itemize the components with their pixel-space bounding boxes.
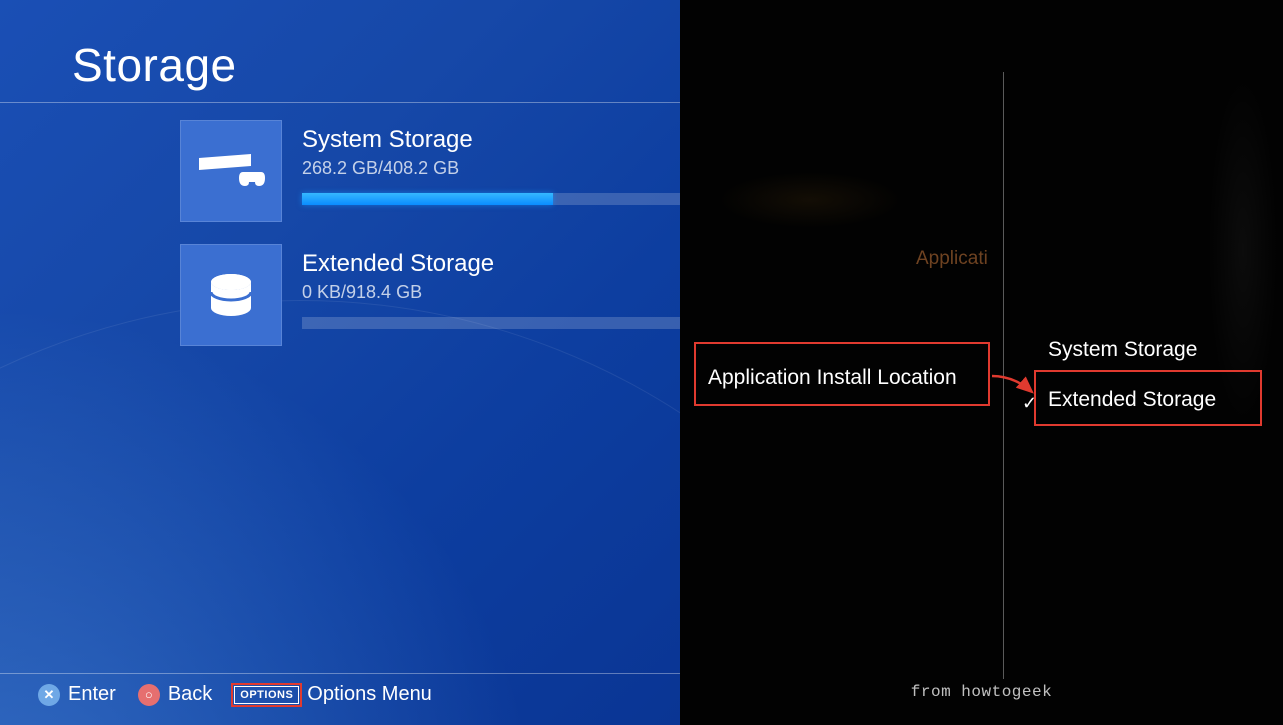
extended-storage-body: Extended Storage 0 KB/918.4 GB [302,244,680,354]
system-storage-bar [302,193,680,205]
system-storage-subtitle: 268.2 GB/408.2 GB [302,158,680,179]
highlight-application-install-location [694,342,990,406]
title-divider [0,102,680,103]
system-storage-bar-fill [302,193,553,205]
legend-options-label: Options Menu [307,683,432,706]
options-overlay-panel: Applicati Application Install Location S… [680,0,1283,725]
submenu-system-storage[interactable]: System Storage [1048,338,1197,362]
legend-enter-label: Enter [68,683,116,706]
watermark-text: from howtogeek [911,683,1052,701]
system-storage-row[interactable]: System Storage 268.2 GB/408.2 GB [180,120,680,230]
legend-back-label: Back [168,683,212,706]
legend-divider [0,673,680,674]
extended-storage-title: Extended Storage [302,250,680,278]
highlight-extended-storage [1034,370,1262,426]
extended-storage-subtitle: 0 KB/918.4 GB [302,282,680,303]
system-storage-title: System Storage [302,126,680,154]
storage-settings-panel: Storage System Storage 268.2 GB/408.2 GB [0,0,680,725]
submenu-divider [1003,72,1004,679]
extended-storage-row[interactable]: Extended Storage 0 KB/918.4 GB [180,244,680,354]
decorative-arc [0,300,680,725]
extended-storage-bar [302,317,680,329]
legend-enter: ✕ Enter [38,683,116,706]
button-legend: ✕ Enter ○ Back OPTIONS Options Menu [38,683,432,706]
system-storage-body: System Storage 268.2 GB/408.2 GB [302,120,680,230]
legend-options: OPTIONS Options Menu [234,683,432,706]
options-button-icon: OPTIONS [234,686,299,704]
extended-storage-icon [180,244,282,346]
legend-back: ○ Back [138,683,212,706]
page-title: Storage [72,38,237,92]
circle-button-icon: ○ [138,684,160,706]
cross-button-icon: ✕ [38,684,60,706]
system-storage-icon [180,120,282,222]
clipped-hint-label: Applicati [916,248,988,270]
